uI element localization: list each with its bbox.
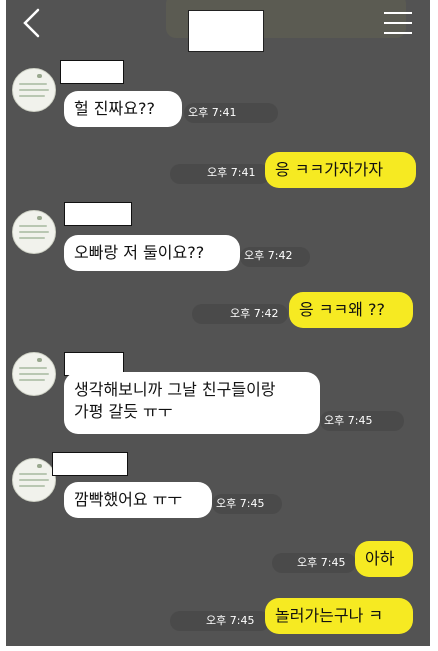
- sender-name-redacted: [64, 202, 132, 226]
- hamburger-menu-icon: [384, 12, 412, 14]
- avatar-line: [19, 473, 47, 475]
- message-bubble[interactable]: 헐 진짜요??: [64, 91, 182, 127]
- menu-button[interactable]: [384, 12, 412, 34]
- avatar-line: [19, 95, 45, 97]
- message-time: 오후 7:45: [324, 414, 373, 427]
- chat-header: [6, 0, 430, 52]
- avatar-line: [19, 373, 49, 375]
- avatar-line: [19, 485, 45, 487]
- avatar-mark: [37, 216, 42, 220]
- chat-screen: 헐 진짜요?? 오후 7:41 오후 7:41 응 ㅋㅋ가자가자 오빠랑 저 둘…: [6, 0, 430, 646]
- message-time: 오후 7:41: [188, 106, 237, 119]
- sender-name-redacted: [52, 452, 128, 476]
- avatar-line: [19, 237, 45, 239]
- avatar-mark: [37, 74, 42, 78]
- message-time: 오후 7:42: [244, 249, 293, 262]
- avatar-line: [19, 225, 47, 227]
- message-time: 오후 7:45: [297, 556, 346, 569]
- menu-icon-line: [384, 32, 412, 34]
- avatar-line: [19, 479, 49, 481]
- avatar-line: [19, 89, 49, 91]
- avatar-mark: [37, 358, 42, 362]
- message-time: 오후 7:45: [216, 497, 265, 510]
- chevron-left-icon: [23, 8, 40, 38]
- avatar[interactable]: [12, 210, 56, 254]
- avatar-line: [19, 367, 47, 369]
- message-time: 오후 7:41: [207, 166, 256, 179]
- avatar-line: [19, 231, 49, 233]
- avatar-mark: [37, 464, 42, 468]
- message-time: 오후 7:42: [230, 307, 279, 320]
- message-bubble[interactable]: 아하: [355, 541, 413, 577]
- message-time: 오후 7:45: [206, 614, 255, 627]
- avatar[interactable]: [12, 68, 56, 112]
- message-bubble[interactable]: 놀러가는구나 ㅋ: [265, 598, 413, 634]
- message-bubble[interactable]: 오빠랑 저 둘이요??: [64, 235, 240, 271]
- avatar[interactable]: [12, 458, 56, 502]
- chat-title-redacted: [188, 10, 264, 52]
- message-bubble[interactable]: 생각해보니까 그날 친구들이랑 가평 갈듯 ㅠㅜ: [64, 372, 320, 434]
- back-button[interactable]: [18, 8, 46, 38]
- message-bubble[interactable]: 응 ㅋㅋ왜 ??: [289, 292, 413, 328]
- avatar[interactable]: [12, 352, 56, 396]
- menu-icon-line: [384, 22, 412, 24]
- avatar-line: [19, 379, 45, 381]
- avatar-line: [19, 83, 47, 85]
- message-bubble[interactable]: 응 ㅋㅋ가자가자: [265, 152, 416, 188]
- sender-name-redacted: [60, 60, 124, 84]
- message-bubble[interactable]: 깜빡했어요 ㅠㅜ: [64, 482, 212, 518]
